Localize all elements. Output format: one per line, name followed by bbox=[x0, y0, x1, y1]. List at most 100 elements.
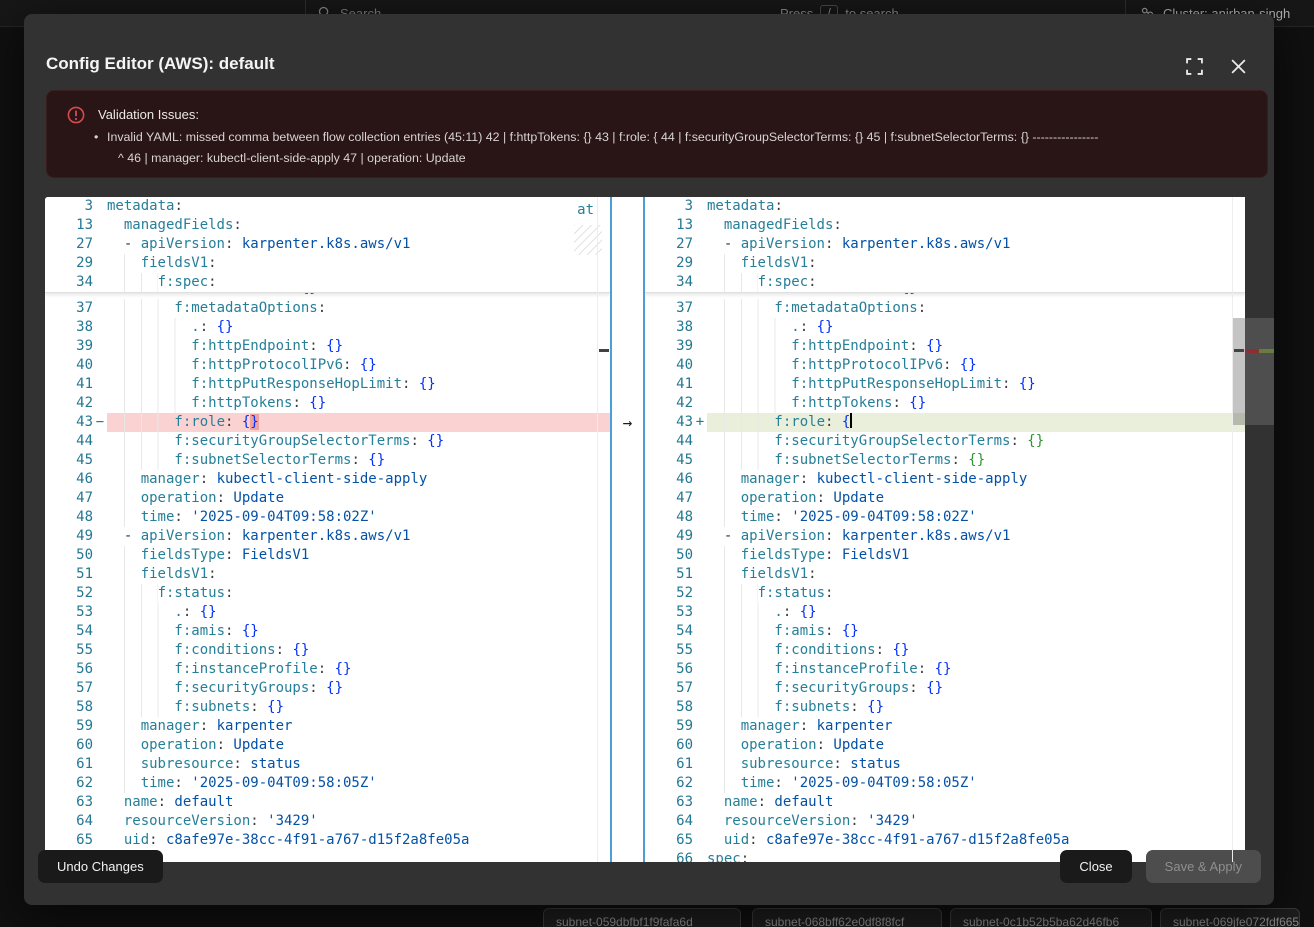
code-token: FieldsV1 bbox=[242, 547, 309, 563]
code-line[interactable]: 37f:metadataOptions: bbox=[45, 299, 610, 318]
code-line[interactable]: 50fieldsType: FieldsV1 bbox=[45, 546, 610, 565]
code-line[interactable]: 27- apiVersion: karpenter.k8s.aws/v1 bbox=[45, 235, 610, 254]
diff-modified-pane[interactable]: 3metadata:13managedFields:27- apiVersion… bbox=[645, 197, 1245, 862]
code-line[interactable]: 41f:httpPutResponseHopLimit: {} bbox=[45, 375, 610, 394]
code-line[interactable]: 52f:status: bbox=[45, 584, 610, 603]
scrollbar-original[interactable] bbox=[597, 197, 610, 862]
code-line[interactable]: 52f:status: bbox=[645, 584, 1245, 603]
code-line[interactable]: 48time: '2025-09-04T09:58:02Z' bbox=[645, 508, 1245, 527]
code-line[interactable]: 54f:amis: {} bbox=[645, 622, 1245, 641]
code-line[interactable]: 38.: {} bbox=[645, 318, 1245, 337]
code-token: karpenter bbox=[217, 718, 293, 734]
code-line[interactable]: 45f:subnetSelectorTerms: {} bbox=[45, 451, 610, 470]
code-line[interactable]: 57f:securityGroups: {} bbox=[645, 679, 1245, 698]
code-line[interactable]: 51fieldsV1: bbox=[45, 565, 610, 584]
code-token: manager bbox=[741, 718, 800, 734]
apply-change-arrow-icon[interactable]: → bbox=[612, 413, 643, 432]
code-line[interactable]: 58f:subnets: {} bbox=[645, 698, 1245, 717]
code-token: : bbox=[225, 528, 242, 544]
deleted-line[interactable]: 43−f:role: {} bbox=[45, 413, 610, 432]
validation-issue-text-continued: ^ 46 | manager: kubectl-client-side-appl… bbox=[118, 151, 1258, 165]
code-line[interactable]: 45f:subnetSelectorTerms: {} bbox=[645, 451, 1245, 470]
code-line[interactable]: 50fieldsType: FieldsV1 bbox=[645, 546, 1245, 565]
code-line[interactable]: 53.: {} bbox=[645, 603, 1245, 622]
code-line[interactable]: 64resourceVersion: '3429' bbox=[45, 812, 610, 831]
code-line[interactable]: 61subresource: status bbox=[45, 755, 610, 774]
code-line[interactable]: 46manager: kubectl-client-side-apply bbox=[645, 470, 1245, 489]
code-line[interactable]: 13managedFields: bbox=[45, 216, 610, 235]
code-line[interactable]: 47operation: Update bbox=[645, 489, 1245, 508]
code-line[interactable]: 56f:instanceProfile: {} bbox=[645, 660, 1245, 679]
code-line[interactable]: 44f:securityGroupSelectorTerms: {} bbox=[45, 432, 610, 451]
code-token: : bbox=[808, 274, 816, 290]
code-line[interactable]: 63name: default bbox=[645, 793, 1245, 812]
fullscreen-button[interactable] bbox=[1184, 56, 1204, 76]
diff-overview-ruler[interactable] bbox=[1245, 197, 1274, 862]
code-line[interactable]: 40f:httpProtocolIPv6: {} bbox=[645, 356, 1245, 375]
code-line[interactable]: 38.: {} bbox=[45, 318, 610, 337]
code-line[interactable]: 29fieldsV1: bbox=[45, 254, 610, 273]
code-line[interactable]: 34f:spec: bbox=[45, 273, 610, 292]
code-line[interactable]: 41f:httpPutResponseHopLimit: {} bbox=[645, 375, 1245, 394]
code-line[interactable]: 29fieldsV1: bbox=[645, 254, 1245, 273]
code-line[interactable]: 39f:httpEndpoint: {} bbox=[45, 337, 610, 356]
code-line[interactable]: 47operation: Update bbox=[45, 489, 610, 508]
code-line[interactable]: 42f:httpTokens: {} bbox=[645, 394, 1245, 413]
code-token: f:httpPutResponseHopLimit bbox=[191, 376, 402, 392]
code-token: {} bbox=[926, 680, 943, 696]
code-line[interactable]: 58f:subnets: {} bbox=[45, 698, 610, 717]
code-line[interactable]: 44f:securityGroupSelectorTerms: {} bbox=[645, 432, 1245, 451]
code-line[interactable]: 48time: '2025-09-04T09:58:02Z' bbox=[45, 508, 610, 527]
error-icon bbox=[67, 106, 85, 129]
code-token: : bbox=[208, 566, 216, 582]
code-line[interactable]: 39f:httpEndpoint: {} bbox=[645, 337, 1245, 356]
code-line[interactable]: 51fieldsV1: bbox=[645, 565, 1245, 584]
code-line[interactable]: 49- apiVersion: karpenter.k8s.aws/v1 bbox=[45, 527, 610, 546]
code-line[interactable]: 55f:conditions: {} bbox=[45, 641, 610, 660]
scrollbar-slider[interactable] bbox=[1233, 318, 1245, 425]
code-line[interactable]: 40f:httpProtocolIPv6: {} bbox=[45, 356, 610, 375]
code-line[interactable]: 55f:conditions: {} bbox=[645, 641, 1245, 660]
code-line[interactable]: 62time: '2025-09-04T09:58:05Z' bbox=[45, 774, 610, 793]
code-token: name bbox=[124, 794, 158, 810]
code-line[interactable]: 62time: '2025-09-04T09:58:05Z' bbox=[645, 774, 1245, 793]
code-token: Update bbox=[233, 737, 284, 753]
code-token: : bbox=[217, 737, 234, 753]
code-line[interactable]: 54f:amis: {} bbox=[45, 622, 610, 641]
scrollbar-cursor-mark bbox=[599, 349, 609, 352]
code-line[interactable]: 60operation: Update bbox=[45, 736, 610, 755]
code-line[interactable]: 27- apiVersion: karpenter.k8s.aws/v1 bbox=[645, 235, 1245, 254]
code-token: {} bbox=[800, 604, 817, 620]
close-button[interactable]: Close bbox=[1060, 850, 1131, 883]
code-line[interactable]: 56f:instanceProfile: {} bbox=[45, 660, 610, 679]
code-token: f:securityGroupSelectorTerms bbox=[174, 433, 410, 449]
diff-original-pane[interactable]: 3metadata:13managedFields:27- apiVersion… bbox=[45, 197, 610, 862]
code-line[interactable]: 3metadata: bbox=[45, 197, 610, 216]
scrollbar-modified[interactable] bbox=[1232, 197, 1245, 862]
code-token: f:amis bbox=[774, 623, 825, 639]
code-line[interactable]: 49- apiVersion: karpenter.k8s.aws/v1 bbox=[645, 527, 1245, 546]
code-line[interactable]: 34f:spec: bbox=[645, 273, 1245, 292]
close-icon[interactable] bbox=[1228, 56, 1248, 76]
code-line[interactable]: 59manager: karpenter bbox=[45, 717, 610, 736]
code-line[interactable]: 64resourceVersion: '3429' bbox=[645, 812, 1245, 831]
undo-changes-button[interactable]: Undo Changes bbox=[38, 850, 163, 883]
code-line[interactable]: 42f:httpTokens: {} bbox=[45, 394, 610, 413]
text-cursor bbox=[850, 413, 852, 428]
code-line[interactable]: 13managedFields: bbox=[645, 216, 1245, 235]
code-line[interactable]: 63name: default bbox=[45, 793, 610, 812]
code-line[interactable]: 65uid: c8afe97e-38cc-4f91-a767-d15f2a8fe… bbox=[45, 831, 610, 850]
added-line[interactable]: 43+f:role: { bbox=[645, 413, 1245, 432]
code-line[interactable]: 61subresource: status bbox=[645, 755, 1245, 774]
code-token: '3429' bbox=[867, 813, 918, 829]
code-line[interactable]: 59manager: karpenter bbox=[645, 717, 1245, 736]
code-line[interactable]: 60operation: Update bbox=[645, 736, 1245, 755]
code-line[interactable]: 3metadata: bbox=[645, 197, 1245, 216]
code-line[interactable]: 37f:metadataOptions: bbox=[645, 299, 1245, 318]
code-line[interactable]: 46manager: kubectl-client-side-apply bbox=[45, 470, 610, 489]
code-token: f:httpEndpoint bbox=[791, 338, 909, 354]
code-line[interactable]: 53.: {} bbox=[45, 603, 610, 622]
code-token: {} bbox=[968, 452, 985, 468]
code-line[interactable]: 57f:securityGroups: {} bbox=[45, 679, 610, 698]
code-line[interactable]: 65uid: c8afe97e-38cc-4f91-a767-d15f2a8fe… bbox=[645, 831, 1245, 850]
